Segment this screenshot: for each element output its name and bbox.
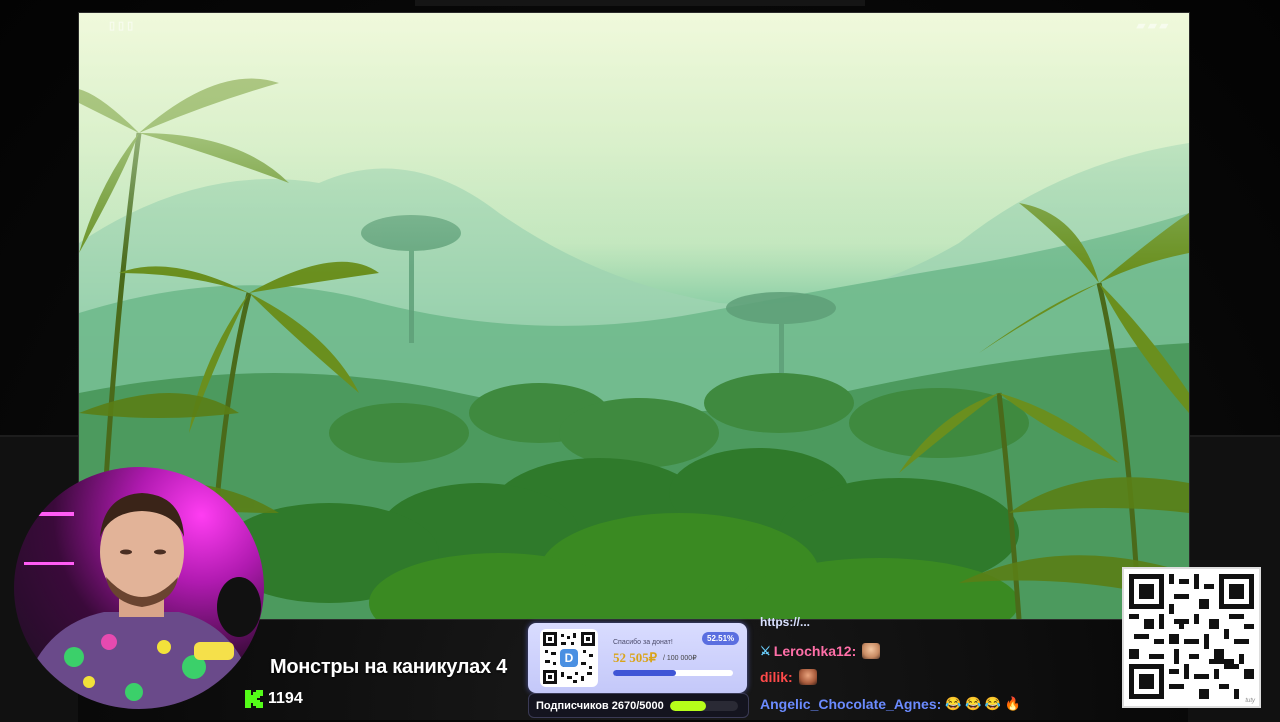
qr-code-icon[interactable]: tuty: [1122, 567, 1261, 708]
kick-logo-icon: [244, 689, 264, 709]
chat-message: ⚔ Lerochka12:: [760, 643, 881, 659]
donation-qr-code: D: [543, 632, 595, 684]
face-emote: [798, 669, 817, 685]
donation-progress-fill: [613, 670, 676, 676]
donation-thanks-text: Спасибо за донат!: [613, 639, 673, 646]
donation-amount: 52 505₽: [613, 650, 658, 665]
subscriber-progress-fill: [669, 700, 707, 711]
video-corner-mark-right: ▰▰▰: [1136, 20, 1171, 32]
screen-top-edge: [415, 0, 865, 6]
chat-overlay: https://... ⚔ Lerochka12: dilik: Angelic…: [760, 617, 1120, 720]
subscriber-goal-label: Подписчиков 2670/5000: [536, 699, 664, 712]
streamer-avatar: [14, 493, 261, 709]
sword-icon: ⚔: [760, 644, 771, 658]
video-corner-mark-left: ▯▯▯: [109, 20, 137, 32]
viewer-count: 1194: [268, 690, 303, 707]
large-qr-code: [1129, 574, 1254, 699]
face-emote: [862, 643, 881, 659]
chat-message: dilik:: [760, 669, 817, 685]
subscriber-progress-bar: [669, 700, 738, 711]
chat-message: Angelic_Chocolate_Agnes: 😂 😂 😂 🔥: [760, 696, 1021, 712]
chat-username: Lerochka12:: [773, 643, 857, 659]
chat-username: dilik:: [760, 669, 793, 685]
donation-goal-widget: D Спасибо за донат! 52.51% 52 505₽ / 100…: [528, 623, 747, 693]
stream-title: Монстры на каникулах 4: [270, 656, 507, 678]
donation-percent-badge: 52.51%: [702, 632, 740, 645]
streamer-webcam: [14, 467, 264, 709]
svg-text:D: D: [565, 651, 574, 665]
chat-username: Angelic_Chocolate_Agnes:: [760, 696, 942, 712]
donation-progress-bar: [613, 670, 733, 676]
chat-message: https://...: [760, 617, 810, 629]
qr-brand-text: tuty: [1245, 698, 1255, 704]
chat-message-text: https://...: [760, 617, 810, 629]
chat-emojis: 😂 😂 😂 🔥: [945, 696, 1021, 711]
donation-goal: / 100 000₽: [663, 655, 697, 662]
viewer-counter: 1194: [244, 688, 303, 710]
subscriber-goal-widget: Подписчиков 2670/5000: [528, 693, 749, 718]
qr-code-icon[interactable]: D: [540, 629, 598, 687]
